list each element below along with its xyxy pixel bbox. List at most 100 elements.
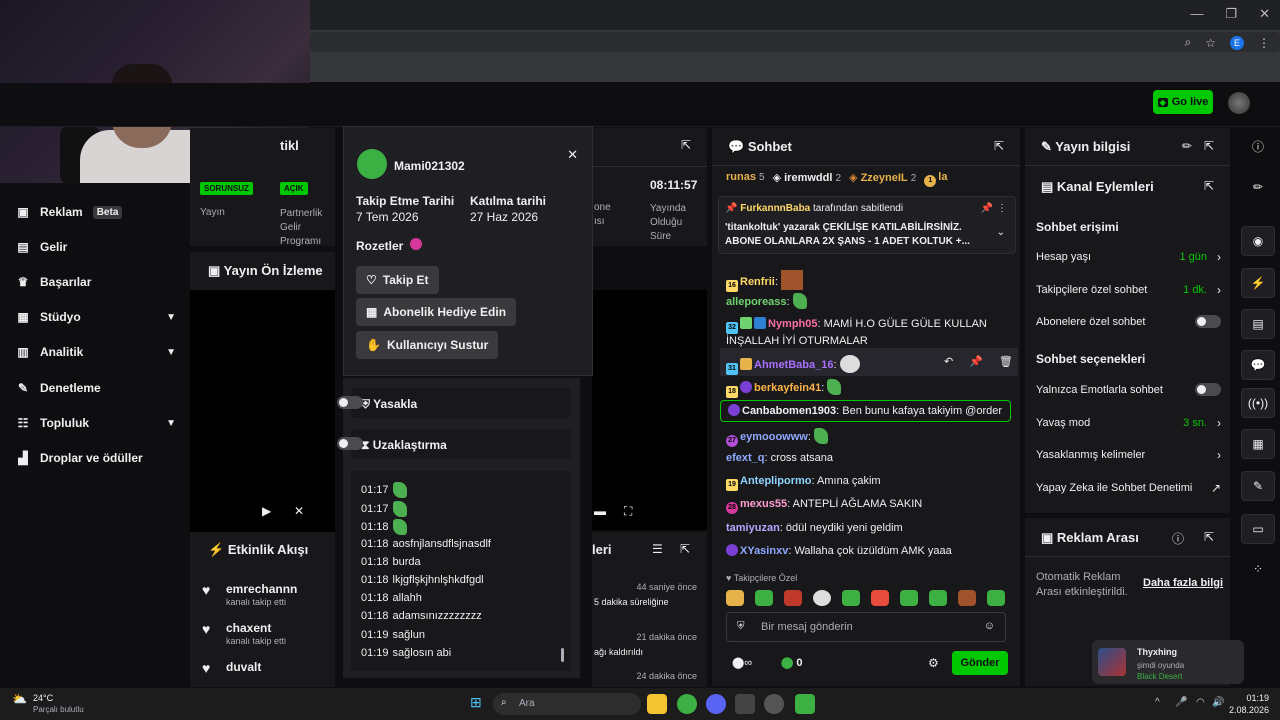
emote-icon[interactable] (726, 590, 744, 606)
camera-icon[interactable]: ◉ (1241, 226, 1275, 256)
volume-icon[interactable]: 🔊 (1212, 697, 1224, 708)
start-icon[interactable]: ⊞ (470, 694, 482, 711)
address-bar[interactable] (310, 32, 1280, 52)
edit-icon[interactable]: ✏ (1241, 172, 1275, 202)
setting-slow-mode[interactable]: Yavaş mod 3 sn. › (1036, 416, 1221, 430)
chat-message[interactable]: alleporeass: (726, 293, 1016, 310)
maximize-icon[interactable]: ❐ (1225, 6, 1237, 22)
theater-icon[interactable]: ▬ (594, 504, 606, 518)
popout-icon[interactable]: ⇱ (1204, 179, 1214, 193)
chat-message[interactable]: tamiyuzan: ödül neydiki yeni geldim (726, 521, 1016, 536)
emote-icon[interactable] (871, 590, 889, 606)
chat-message[interactable]: 28 mexus55: ANTEPLİ AĞLAMA SAKIN (726, 497, 1016, 514)
steam-icon[interactable] (735, 694, 755, 714)
wrench-icon[interactable]: ✎ (1241, 471, 1275, 501)
chat-bubble-icon[interactable]: 💬 (1241, 350, 1275, 380)
close-icon[interactable]: ✕ (1259, 6, 1270, 22)
menu-kebab-icon[interactable]: ⋮ (1258, 36, 1270, 50)
mic-icon[interactable]: 🎤 (1175, 697, 1187, 708)
gear-icon[interactable]: ⚙ (928, 656, 939, 670)
emote-icon[interactable] (755, 590, 773, 606)
close-icon[interactable]: ✕ (567, 147, 578, 163)
emote-icon[interactable] (900, 590, 918, 606)
wifi-icon[interactable]: ◠ (1196, 697, 1205, 708)
chevron-down-icon[interactable]: ⌄ (997, 227, 1005, 238)
filter-icon[interactable]: ☰ (652, 542, 663, 556)
video-preview-right[interactable]: ▬ ⛶ (592, 290, 707, 530)
play-icon[interactable]: ▶ (262, 504, 271, 518)
taskbar-search[interactable]: ⌕ Ara (493, 693, 641, 715)
minimize-icon[interactable]: — (1190, 6, 1203, 22)
discord-toast[interactable]: Thyxhing şimdi oyunda Black Desert (1092, 640, 1244, 684)
delete-icon[interactable]: 🗑 (999, 355, 1013, 368)
emote-icon[interactable] (842, 590, 860, 606)
profile-extension-icon[interactable]: E (1230, 35, 1244, 50)
popout-icon[interactable]: ⇱ (994, 139, 1004, 153)
setting-subs-only[interactable]: Abonelere özel sohbet (1036, 315, 1221, 328)
setting-emote-only[interactable]: Yalnızca Emotlarla sohbet (1036, 383, 1221, 396)
info-icon[interactable]: ⓘ (1241, 131, 1275, 161)
zoom-icon[interactable]: ⌕ (1185, 35, 1192, 50)
top-chatter[interactable]: ◈ ZzeyneIL 2 (849, 171, 916, 187)
gift-sub-button[interactable]: ▦ Abonelik Hediye Edin (356, 298, 517, 326)
nav-item-drops[interactable]: ▟ Droplar ve ödüller (16, 451, 176, 465)
chat-message[interactable]: XYasinxv: Wallaha çok üzüldüm AMK yaaa (726, 544, 1016, 559)
app-icon[interactable] (795, 694, 815, 714)
nav-item-studio[interactable]: ▦ Stüdyo ▼ (16, 310, 176, 324)
mute-icon[interactable]: ✕ (294, 504, 304, 518)
setting-ai-moderation[interactable]: Yapay Zeka ile Sohbet Denetimi ↗ (1036, 481, 1221, 495)
emote-icon[interactable] (987, 590, 1005, 606)
chat-message[interactable]: 18 berkayfein41: (726, 379, 1016, 398)
popout-icon[interactable]: ⇱ (1204, 530, 1214, 544)
setting-account-age[interactable]: Hesap yaşı 1 gün › (1036, 250, 1221, 264)
info-icon[interactable]: ⓘ (1172, 530, 1184, 547)
chrome-icon[interactable] (677, 694, 697, 714)
setting-blocked-terms[interactable]: Yasaklanmış kelimeler › (1036, 448, 1221, 462)
chat-message[interactable]: 27 eymooowww: (726, 428, 1016, 447)
user-avatar[interactable] (1228, 92, 1250, 114)
chat-message[interactable]: 19 Anteplipormo: Amına çakim (726, 474, 1016, 491)
top-chatter[interactable]: ◈ iremwddl 2 (773, 171, 841, 187)
follow-button[interactable]: ♡ Takip Et (356, 266, 439, 294)
popout-icon[interactable]: ⇱ (681, 138, 691, 152)
emote-icon[interactable] (929, 590, 947, 606)
edit-icon[interactable]: ✏ (1182, 139, 1192, 153)
community-icon[interactable]: ⁘ (1241, 554, 1275, 584)
ban-toggle[interactable] (337, 396, 363, 409)
obs-icon[interactable] (764, 694, 784, 714)
tray-chevron-icon[interactable]: ^ (1155, 697, 1160, 708)
nav-item-revenue[interactable]: ▤ Gelir (16, 240, 176, 254)
video-preview[interactable] (190, 290, 335, 532)
chat-message[interactable]: Canbabomen1903: Ben bunu kafaya takiyim … (728, 404, 1018, 419)
discord-icon[interactable] (706, 694, 726, 714)
window-controls[interactable]: — ❐ ✕ (1190, 6, 1270, 22)
nav-item-moderation[interactable]: ✎ Denetleme (16, 381, 176, 395)
chat-message[interactable]: 16 Renfrii: (726, 270, 1016, 292)
nav-item-analytics[interactable]: ▥ Analitik ▼ (16, 345, 176, 359)
fullscreen-icon[interactable]: ⛶ (624, 504, 632, 519)
timeout-toggle[interactable] (337, 437, 363, 450)
nav-item-achievements[interactable]: ♛ Başarılar (16, 275, 176, 289)
emote-icon[interactable] (784, 590, 802, 606)
window-icon[interactable]: ▭ (1241, 514, 1275, 544)
nav-item-community[interactable]: ☷ Topluluk ▼ (16, 416, 176, 430)
emote-picker-icon[interactable]: ☺ (984, 620, 995, 632)
weather-icon[interactable]: ⛅ (12, 692, 27, 706)
bookmark-star-icon[interactable]: ☆ (1205, 36, 1216, 50)
mute-user-button[interactable]: ✋ Kullanıcıyı Sustur (356, 331, 499, 359)
more-icon[interactable]: ⋮ (997, 203, 1007, 214)
subs-only-toggle[interactable] (1195, 315, 1221, 328)
channel-points-icon[interactable]: ⬤∞ (732, 656, 752, 669)
emote-only-toggle[interactable] (1195, 383, 1221, 396)
chat-message[interactable]: efext_q: cross atsana (726, 451, 1016, 466)
pin-icon[interactable]: 📌 (969, 355, 983, 368)
emote-icon[interactable] (958, 590, 976, 606)
notes-icon[interactable]: ▤ (1241, 309, 1275, 339)
file-explorer-icon[interactable] (647, 694, 667, 714)
top-chatter[interactable]: runas 5 (726, 171, 765, 187)
chat-message[interactable]: 32 Nymph05: MAMİ H.O GÜLE GÜLE KULLAN İNŞ… (726, 317, 1016, 349)
popout-icon[interactable]: ⇱ (680, 542, 690, 556)
pin-icon[interactable]: 📌 (981, 203, 993, 214)
learn-more-link[interactable]: Daha fazla bilgi (1143, 577, 1223, 589)
send-button[interactable]: Gönder (952, 651, 1008, 675)
